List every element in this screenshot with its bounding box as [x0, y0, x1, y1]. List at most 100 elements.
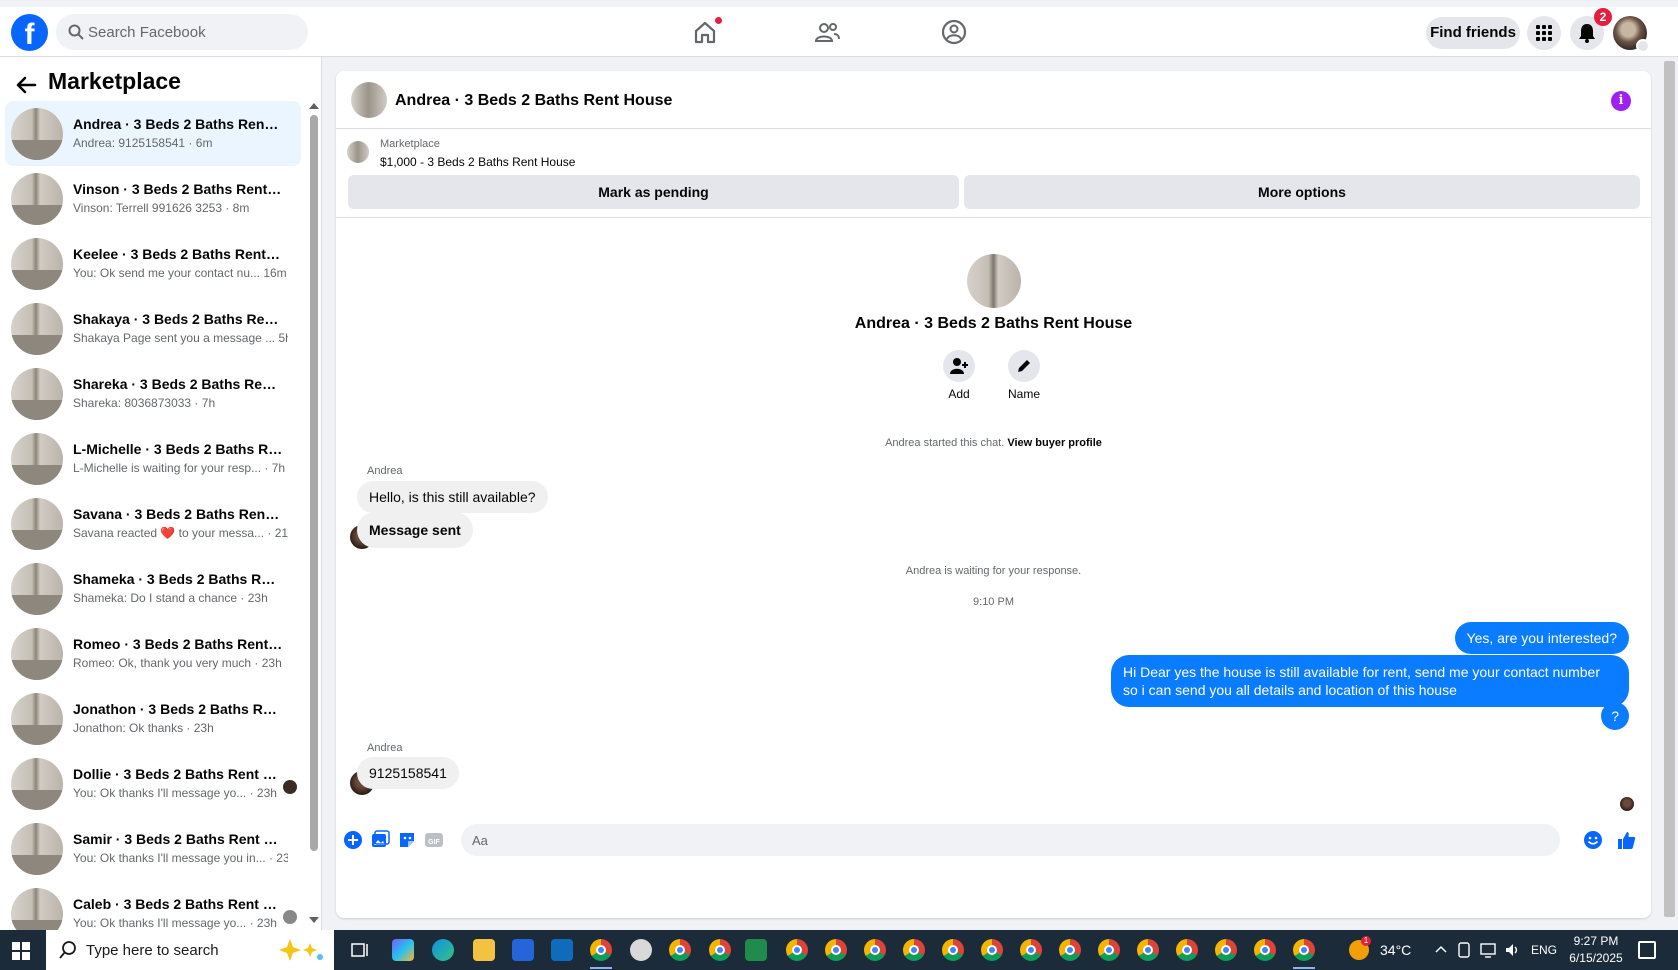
outgoing-message[interactable]: ? — [1601, 702, 1629, 730]
page-scrollbar[interactable] — [1661, 57, 1678, 930]
conversation-snippet: You: Ok thanks I'll message you in... · … — [73, 851, 288, 865]
conversation-item[interactable]: Caleb · 3 Beds 2 Baths Rent H... You: Ok … — [5, 881, 301, 930]
file-explorer-icon[interactable] — [473, 939, 495, 961]
system-clock[interactable]: 9:27 PM 6/15/2025 — [1566, 933, 1626, 967]
chrome-profile-icon[interactable] — [1176, 939, 1198, 961]
profile-name: Andrea · 3 Beds 2 Baths Rent House — [854, 315, 1133, 332]
mark-as-pending-button[interactable]: Mark as pending — [348, 175, 959, 209]
conversation-item[interactable]: Savana · 3 Beds 2 Baths Rent Ho... Savana… — [5, 491, 301, 556]
copilot-icon[interactable] — [392, 939, 414, 961]
outgoing-message[interactable]: Hi Dear yes the house is still available… — [1111, 655, 1629, 707]
sticker-icon[interactable] — [397, 830, 417, 850]
chevron-up-icon[interactable] — [1435, 944, 1447, 954]
chrome-profile-icon[interactable] — [1098, 939, 1120, 961]
view-buyer-profile-link[interactable]: View buyer profile — [1007, 437, 1102, 449]
chrome-profile-icon[interactable] — [1254, 939, 1276, 961]
scroll-down-arrow[interactable] — [309, 917, 319, 923]
seen-receipt-avatar — [1620, 797, 1634, 811]
outlook-icon[interactable] — [551, 939, 573, 961]
edit-name-button[interactable] — [1008, 350, 1040, 382]
listing-thumbnail[interactable] — [347, 141, 369, 163]
chrome-profile-icon[interactable] — [1020, 939, 1042, 961]
conversation-name: Savana · 3 Beds 2 Baths Rent Ho... — [73, 506, 283, 522]
conversation-thumbnail — [11, 693, 63, 745]
meet-now-icon[interactable] — [1457, 942, 1471, 958]
plus-circle-icon[interactable] — [343, 830, 363, 850]
more-options-button[interactable]: More options — [964, 175, 1640, 209]
chat-title[interactable]: Andrea · 3 Beds 2 Baths Rent House — [395, 92, 672, 110]
chrome-profile-icon[interactable] — [1137, 939, 1159, 961]
conversation-name: Romeo · 3 Beds 2 Baths Rent Ho... — [73, 636, 283, 652]
add-person-button[interactable] — [943, 350, 975, 382]
conversation-item[interactable]: Romeo · 3 Beds 2 Baths Rent Ho... Romeo: … — [5, 621, 301, 686]
language-indicator[interactable]: ENG — [1531, 943, 1557, 957]
conversation-item[interactable]: Shakaya · 3 Beds 2 Baths Rent H... Shakay… — [5, 296, 301, 361]
conversation-thumbnail — [11, 433, 63, 485]
conversation-item[interactable]: L-Michelle · 3 Beds 2 Baths Rent... L-Mic… — [5, 426, 301, 491]
volume-icon[interactable] — [1505, 942, 1521, 958]
chrome-profile-icon[interactable] — [825, 939, 847, 961]
network-icon[interactable] — [1480, 942, 1498, 958]
chrome-profile-icon[interactable] — [1215, 939, 1237, 961]
chrome-profile-icon[interactable] — [1293, 939, 1315, 961]
incoming-message[interactable]: Hello, is this still available? — [357, 481, 548, 513]
menu-grid-button[interactable] — [1527, 16, 1561, 50]
conversation-item[interactable]: Shareka · 3 Beds 2 Baths Rent H... Sharek… — [5, 361, 301, 426]
chrome-profile-icon[interactable] — [981, 939, 1003, 961]
emoji-icon[interactable] — [1583, 830, 1603, 850]
temperature-text[interactable]: 34°C — [1380, 942, 1411, 958]
conversation-item[interactable]: Keelee · 3 Beds 2 Baths Rent Ho... You: O… — [5, 231, 301, 296]
chat-header: Andrea · 3 Beds 2 Baths Rent House i — [336, 71, 1651, 129]
conversation-snippet: Jonathon: Ok thanks · 23h — [73, 721, 214, 735]
weather-badge: 1 — [1361, 936, 1371, 946]
task-view-icon[interactable] — [349, 939, 371, 961]
conversation-name: Shameka · 3 Beds 2 Baths Rent ... — [73, 571, 283, 587]
chrome-profile-icon[interactable] — [864, 939, 886, 961]
incoming-message[interactable]: 9125158541 — [357, 757, 459, 789]
windows-start-icon[interactable] — [12, 942, 30, 960]
groups-icon[interactable] — [939, 17, 969, 47]
conversation-item[interactable]: Samir · 3 Beds 2 Baths Rent Hou... You: O… — [5, 816, 301, 881]
action-center-icon[interactable] — [1638, 941, 1656, 959]
chrome-profile-icon[interactable] — [669, 939, 691, 961]
profile-picture[interactable] — [967, 254, 1021, 308]
info-icon[interactable]: i — [1611, 91, 1631, 111]
conversation-item[interactable]: Andrea · 3 Beds 2 Baths Rent H... Andrea:… — [5, 101, 301, 166]
app-icon[interactable] — [630, 939, 652, 961]
back-arrow-icon[interactable] — [15, 74, 37, 96]
incoming-message[interactable]: Message sent — [357, 512, 473, 548]
chrome-profile-icon[interactable] — [709, 939, 731, 961]
gif-icon[interactable]: GIF — [424, 830, 444, 850]
taskbar-search-box[interactable]: Type here to search — [46, 930, 334, 970]
chrome-profile-icon[interactable] — [786, 939, 808, 961]
facebook-logo[interactable]: f — [11, 14, 48, 51]
chrome-profile-icon[interactable] — [942, 939, 964, 961]
conversation-item[interactable]: Shameka · 3 Beds 2 Baths Rent ... Shameka… — [5, 556, 301, 621]
chrome-profile-icon[interactable] — [903, 939, 925, 961]
listing-avatar[interactable] — [351, 82, 387, 118]
scroll-up-arrow[interactable] — [309, 103, 319, 109]
microsoft-store-icon[interactable] — [512, 939, 534, 961]
sidebar-scrollbar[interactable] — [309, 103, 319, 923]
account-avatar[interactable] — [1613, 16, 1650, 53]
like-thumb-icon[interactable] — [1616, 830, 1636, 850]
photo-icon[interactable] — [370, 830, 390, 850]
edge-icon[interactable] — [432, 939, 454, 961]
outgoing-message[interactable]: Yes, are you interested? — [1454, 622, 1629, 654]
message-input[interactable]: Aa — [461, 824, 1560, 856]
page-scroll-thumb[interactable] — [1664, 61, 1675, 917]
sheets-icon[interactable] — [745, 939, 767, 961]
waiting-notice: Andrea is waiting for your response. — [905, 565, 1082, 577]
chrome-profile-icon[interactable] — [1059, 939, 1081, 961]
chrome-icon[interactable] — [590, 939, 612, 961]
listing-price[interactable]: $1,000 - 3 Beds 2 Baths Rent House — [380, 155, 575, 169]
conversation-item[interactable]: Vinson · 3 Beds 2 Baths Rent Ho... Vinson… — [5, 166, 301, 231]
friends-icon[interactable] — [812, 17, 842, 47]
conversation-snippet: You: Ok thanks I'll message yo... · 23h — [73, 786, 277, 800]
conversation-item[interactable]: Jonathon · 3 Beds 2 Baths Rent ... Jonath… — [5, 686, 301, 751]
search-input[interactable]: Search Facebook — [56, 14, 308, 50]
scroll-thumb[interactable] — [310, 115, 318, 851]
listing-bar: Marketplace $1,000 - 3 Beds 2 Baths Rent… — [336, 129, 1651, 218]
find-friends-button[interactable]: Find friends — [1426, 17, 1520, 49]
conversation-item[interactable]: Dollie · 3 Beds 2 Baths Rent H... You: Ok… — [5, 751, 301, 816]
